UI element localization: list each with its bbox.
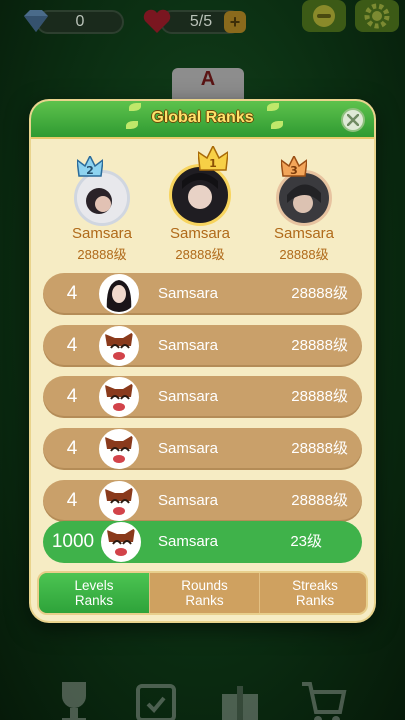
cat-avatar-icon bbox=[101, 379, 137, 415]
podium-third[interactable]: 3 Samsara 28888级 bbox=[249, 156, 359, 266]
settings-button[interactable] bbox=[355, 0, 399, 32]
podium-level: 28888级 bbox=[77, 247, 127, 262]
crown-icon: 3 bbox=[281, 156, 307, 177]
podium-second[interactable]: 2 Samsara 28888级 bbox=[47, 156, 157, 266]
avatar bbox=[169, 164, 231, 226]
calendar-icon bbox=[136, 684, 176, 720]
close-icon bbox=[347, 114, 359, 126]
player-photo bbox=[101, 276, 137, 312]
avatar bbox=[276, 170, 332, 226]
crown-number: 2 bbox=[86, 164, 94, 177]
tab-label: Streaks bbox=[292, 578, 338, 593]
cat-avatar-icon bbox=[101, 431, 137, 467]
my-rank-row[interactable]: 1000 Samsara 23级 bbox=[43, 521, 362, 563]
row-rank: 1000 bbox=[51, 531, 95, 552]
lives-count: 5/5 bbox=[189, 13, 213, 30]
tab-streaks-ranks[interactable]: Streaks Ranks bbox=[259, 573, 366, 613]
crown-number: 3 bbox=[290, 164, 298, 177]
player-photo bbox=[172, 167, 228, 223]
podium-name: Samsara bbox=[273, 225, 335, 242]
row-level: 23级 bbox=[290, 533, 322, 550]
avatar bbox=[99, 481, 139, 521]
avatar bbox=[99, 326, 139, 366]
podium-first[interactable]: 1 Samsara 28888级 bbox=[145, 146, 255, 266]
tab-label: Ranks bbox=[185, 593, 224, 608]
avatar bbox=[101, 522, 141, 562]
row-level: 28888级 bbox=[291, 285, 348, 302]
podium-name: Samsara bbox=[169, 225, 231, 242]
cart-icon bbox=[302, 682, 347, 720]
gift-icon bbox=[222, 686, 258, 720]
diamond-icon bbox=[24, 10, 48, 32]
crown-number: 1 bbox=[209, 157, 217, 170]
podium-level: 28888级 bbox=[175, 247, 225, 262]
rank-row[interactable]: 4 Samsara 28888级 bbox=[43, 376, 362, 418]
rank-row[interactable]: 4 Samsara 28888级 bbox=[43, 480, 362, 522]
rank-tabs: Levels Ranks Rounds Ranks Streaks Ranks bbox=[37, 571, 368, 615]
cat-avatar-icon bbox=[101, 483, 137, 519]
cat-avatar-icon bbox=[103, 524, 139, 560]
tab-label: Rounds bbox=[181, 578, 228, 593]
tab-label: Levels bbox=[74, 578, 114, 593]
trophy-icon bbox=[62, 682, 86, 720]
tab-label: Ranks bbox=[295, 593, 335, 608]
podium-name: Samsara bbox=[71, 225, 133, 242]
avatar bbox=[99, 274, 139, 314]
rank-row[interactable]: 4 Samsara 28888级 bbox=[43, 428, 362, 470]
row-level: 28888级 bbox=[291, 440, 348, 457]
avatar bbox=[74, 170, 130, 226]
row-name: Samsara bbox=[158, 440, 219, 457]
row-name: Samsara bbox=[158, 492, 219, 509]
player-photo bbox=[279, 173, 329, 223]
row-rank: 4 bbox=[66, 335, 78, 356]
dialog-header: Global Ranks bbox=[31, 101, 374, 139]
row-level: 28888级 bbox=[291, 337, 348, 354]
row-rank: 4 bbox=[66, 490, 78, 511]
podium-level: 28888级 bbox=[279, 247, 329, 262]
gear-icon bbox=[364, 3, 390, 29]
row-name: Samsara bbox=[158, 533, 219, 550]
row-rank: 4 bbox=[66, 386, 78, 407]
dialog-title: Global Ranks bbox=[151, 109, 254, 126]
row-rank: 4 bbox=[66, 438, 78, 459]
tab-levels-ranks[interactable]: Levels Ranks bbox=[39, 573, 149, 613]
avatar bbox=[99, 377, 139, 417]
profile-button[interactable] bbox=[302, 0, 346, 32]
bottom-nav bbox=[0, 668, 405, 720]
row-rank: 4 bbox=[66, 283, 78, 304]
row-level: 28888级 bbox=[291, 388, 348, 405]
tab-rounds-ranks[interactable]: Rounds Ranks bbox=[149, 573, 259, 613]
heart-icon bbox=[143, 9, 171, 33]
cat-avatar-icon bbox=[101, 328, 137, 364]
add-lives-button[interactable]: + bbox=[224, 11, 246, 33]
rank-row[interactable]: 4 Samsara 28888级 bbox=[43, 273, 362, 315]
row-level: 28888级 bbox=[291, 492, 348, 509]
player-photo bbox=[77, 173, 127, 223]
crown-icon: 1 bbox=[198, 146, 228, 171]
rank-row[interactable]: 4 Samsara 28888级 bbox=[43, 325, 362, 367]
global-ranks-dialog: Global Ranks 2 Samsara 28888级 1 Samsara … bbox=[31, 101, 374, 621]
tab-label: Ranks bbox=[74, 593, 114, 608]
row-name: Samsara bbox=[158, 337, 219, 354]
row-name: Samsara bbox=[158, 285, 219, 302]
crown-icon: 2 bbox=[77, 156, 103, 177]
top-bar: 0 5/5 + bbox=[0, 0, 405, 40]
row-name: Samsara bbox=[158, 388, 219, 405]
gem-count: 0 bbox=[75, 13, 85, 30]
close-button[interactable] bbox=[341, 108, 365, 132]
avatar bbox=[99, 429, 139, 469]
smiley-icon bbox=[313, 5, 335, 27]
